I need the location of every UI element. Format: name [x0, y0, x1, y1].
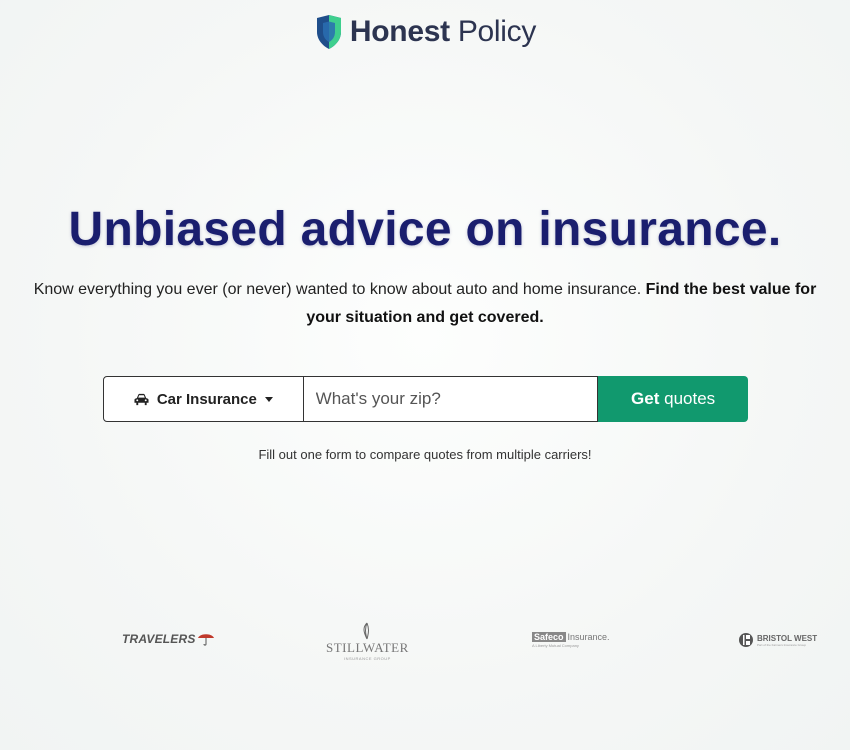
carrier-name: Safeco [532, 632, 566, 642]
carrier-logos: TRAVELERS STILLWATER INSURANCE GROUP Saf… [0, 620, 850, 670]
carrier-name: TRAVELERS [122, 632, 196, 646]
carrier-logo-safeco: Safeco Insurance. A Liberty Mutual Compa… [532, 632, 610, 648]
carrier-name: STILLWATER [326, 640, 409, 655]
insurance-type-select[interactable]: Car Insurance [103, 376, 304, 422]
carrier-suffix: Insurance. [567, 632, 610, 642]
carrier-subtitle: A Liberty Mutual Company [532, 643, 579, 648]
carrier-logo-travelers: TRAVELERS [122, 632, 215, 646]
hero-title: Unbiased advice on insurance. [68, 203, 782, 256]
carrier-subtitle: Part of the Farmers Insurance Group [757, 642, 807, 647]
get-quotes-regular: quotes [659, 389, 716, 408]
shield-icon[interactable] [314, 14, 344, 50]
carrier-subtitle: INSURANCE GROUP [343, 656, 391, 661]
get-quotes-button[interactable]: Get quotes [598, 376, 748, 422]
carrier-logo-stillwater: STILLWATER INSURANCE GROUP [326, 622, 409, 661]
stillwater-mark-icon [363, 622, 370, 640]
umbrella-icon [197, 634, 214, 646]
car-icon [134, 393, 149, 405]
zip-input[interactable] [303, 376, 599, 422]
logo-name-regular: Policy [449, 15, 537, 48]
bristol-west-mark-icon [739, 633, 753, 647]
get-quotes-bold: Get [631, 389, 660, 408]
carrier-logo-bristol-west: BRISTOL WEST Part of the Farmers Insuran… [738, 632, 817, 648]
chevron-down-icon [264, 396, 273, 402]
carrier-name: BRISTOL WEST [757, 633, 818, 643]
form-note: Fill out one form to compare quotes from… [258, 447, 592, 462]
hero-subtitle: Know everything you ever (or never) want… [30, 276, 820, 332]
hero-subtitle-regular: Know everything you ever (or never) want… [33, 281, 646, 298]
quote-form: Car Insurance Get quotes [103, 376, 748, 422]
site-header: Honest Policy [0, 14, 850, 50]
insurance-type-label: Car Insurance [156, 390, 257, 408]
logo-name-bold: Honest [349, 15, 450, 48]
logo-wordmark[interactable]: Honest Policy [350, 17, 536, 47]
